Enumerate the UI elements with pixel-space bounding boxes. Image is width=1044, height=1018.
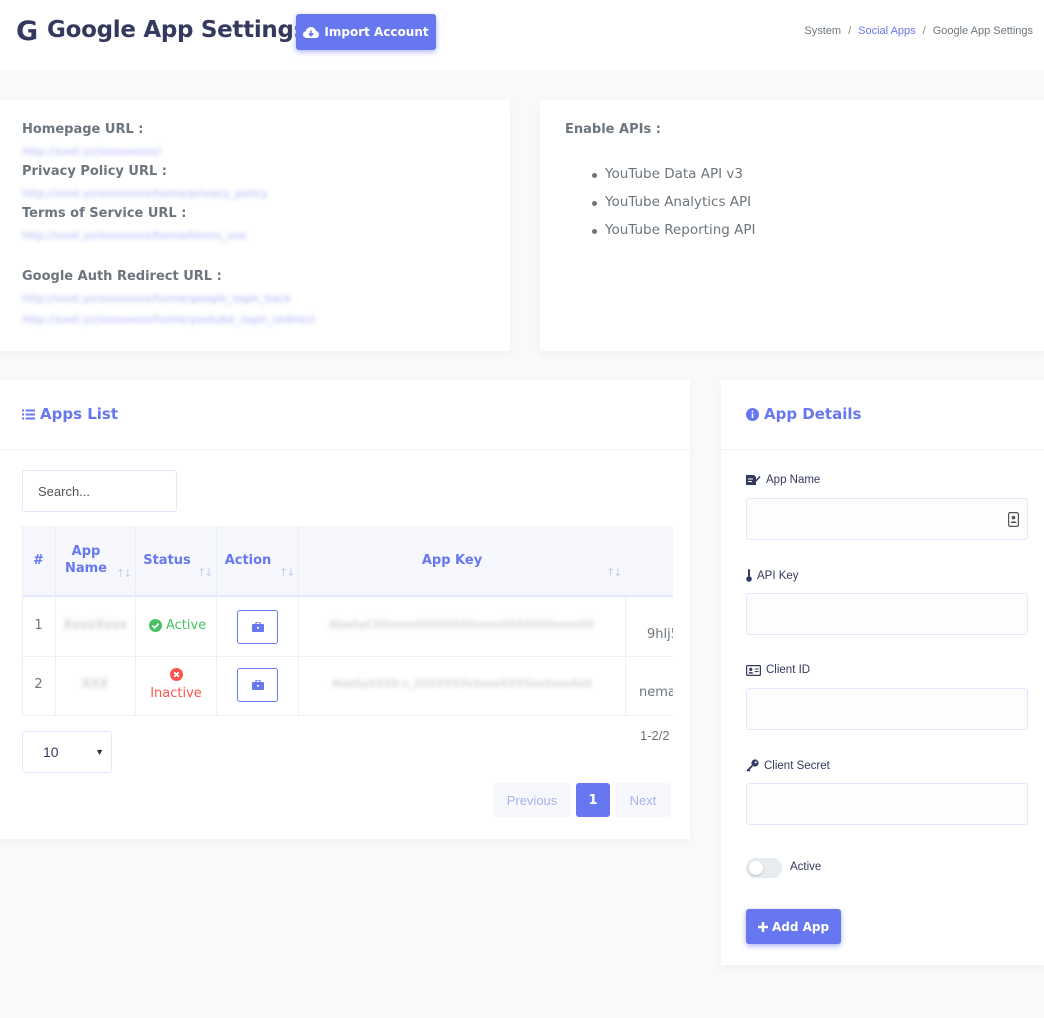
api-key-label: API Key: [746, 569, 799, 582]
client-id-input[interactable]: [746, 688, 1028, 730]
api-item: YouTube Data API v3: [592, 166, 743, 182]
privacy-url-label: Privacy Policy URL :: [22, 164, 167, 179]
terms-url-value[interactable]: http://xxxt.yz/xxxxxxxx/home/terms_use: [22, 229, 247, 242]
top-bar: G Google App Settings Import Account Sys…: [0, 0, 1044, 70]
app-key-cell: AIzaSyXXXX-x_XXXXXXXxXxxxXXXXxxXxxxXxX: [331, 677, 593, 690]
app-details-title: App Details: [746, 405, 861, 423]
cloud-download-icon: [303, 26, 320, 38]
active-toggle-label: Active: [790, 861, 822, 873]
redirect-url-label: Google Auth Redirect URL :: [22, 269, 222, 284]
homepage-url-value[interactable]: http://xxxt.yz/xxxxxxxxx/: [22, 145, 161, 158]
edit-app-button[interactable]: [237, 610, 278, 644]
status-inactive-text: Inactive: [150, 686, 202, 701]
caret-down-icon: ▼: [95, 747, 104, 757]
homepage-url-label: Homepage URL :: [22, 122, 144, 137]
api-item: YouTube Reporting API: [591, 222, 756, 238]
urls-card: Homepage URL : http://xxxt.yz/xxxxxxxxx/…: [0, 100, 510, 351]
col-header-app-key[interactable]: App Key: [392, 552, 512, 569]
status-active-badge: Active: [149, 618, 206, 633]
toggle-knob: [749, 861, 763, 875]
breadcrumb-social-apps[interactable]: Social Apps: [858, 25, 915, 37]
divider: [721, 449, 1044, 450]
enable-apis-card: Enable APIs : YouTube Data API v3 YouTub…: [540, 100, 1044, 351]
import-account-button[interactable]: Import Account: [296, 14, 436, 50]
check-circle-icon: [149, 619, 162, 632]
extra-cell: 9hlj5: [647, 627, 673, 642]
apps-table: # App Name ↑↓ Status ↑↓ Action ↑↓ App Ke…: [22, 526, 673, 716]
app-name-label: App Name: [746, 474, 820, 486]
status-text: Active: [166, 618, 207, 633]
redirect-url-value-1[interactable]: http://xxxt.yz/xxxxxxxx/home/google_logi…: [22, 292, 291, 305]
col-header-status[interactable]: Status: [136, 552, 198, 569]
pagination-previous[interactable]: Previous: [493, 783, 571, 817]
key-icon: [746, 759, 759, 772]
range-info: 1-2/2: [640, 728, 670, 743]
app-details-card: App Details App Name API Key Client ID C…: [721, 380, 1044, 965]
sort-icon[interactable]: ↑↓: [606, 566, 623, 579]
info-circle-icon: [746, 407, 759, 421]
breadcrumb: System / Social Apps / Google App Settings: [804, 25, 1033, 37]
col-header-num[interactable]: #: [22, 552, 55, 569]
col-header-app-name[interactable]: App Name: [62, 543, 110, 577]
terms-url-label: Terms of Service URL :: [22, 206, 187, 221]
redirect-url-value-2[interactable]: http://xxxt.yz/xxxxxxxx/home/youtube_log…: [22, 313, 315, 326]
active-toggle[interactable]: [746, 858, 782, 878]
app-details-title-text: App Details: [764, 405, 862, 423]
privacy-url-value[interactable]: http://xxxt.yz/xxxxxxxx/home/privacy_pol…: [22, 187, 268, 200]
page-size-value: 10: [43, 744, 59, 760]
briefcase-icon: [251, 622, 264, 632]
app-name-cell: XxxxXxxx: [63, 618, 127, 633]
page-size-select[interactable]: 10 ▼: [22, 731, 112, 773]
app-name-input[interactable]: [746, 498, 1028, 540]
x-circle-icon: [170, 668, 183, 681]
api-key-input[interactable]: [746, 593, 1028, 635]
import-account-label: Import Account: [324, 25, 429, 39]
app-key-cell: AIzaSyCXXxxxxXXXXXXXXxxxxXXXXXXXxxxxXX: [329, 618, 595, 631]
search-input[interactable]: [22, 470, 177, 512]
enable-apis-label: Enable APIs :: [565, 122, 661, 137]
divider: [0, 449, 690, 450]
apps-list-title-text: Apps List: [40, 405, 119, 423]
pagination-page-1[interactable]: 1: [576, 783, 610, 817]
contact-card-icon: [1008, 512, 1019, 527]
thermometer-icon: [746, 569, 752, 582]
google-logo-icon: G: [16, 16, 39, 47]
page-title: Google App Settings: [47, 17, 308, 43]
sort-icon[interactable]: ↑↓: [116, 567, 133, 580]
add-app-label: Add App: [771, 919, 830, 934]
api-item: YouTube Analytics API: [591, 194, 752, 210]
plus-icon: [757, 921, 768, 932]
apps-list-title: Apps List: [22, 405, 118, 423]
row-num: 1: [34, 618, 43, 633]
col-header-action[interactable]: Action: [220, 552, 276, 569]
id-card-icon: [746, 664, 761, 676]
file-signature-icon: [746, 475, 761, 485]
row-num: 2: [34, 677, 43, 692]
breadcrumb-system[interactable]: System: [804, 25, 841, 37]
client-secret-label: Client Secret: [746, 759, 830, 772]
table-header: [22, 526, 673, 597]
breadcrumb-current: Google App Settings: [932, 25, 1033, 37]
list-icon: [22, 409, 35, 419]
briefcase-icon: [251, 680, 264, 690]
client-secret-input[interactable]: [746, 783, 1028, 825]
client-id-label: Client ID: [746, 664, 810, 676]
pagination-next[interactable]: Next: [615, 783, 671, 817]
sort-icon[interactable]: ↑↓: [197, 566, 214, 579]
add-app-button[interactable]: Add App: [746, 909, 841, 944]
app-name-cell: XXX: [81, 677, 109, 692]
edit-app-button[interactable]: [237, 668, 278, 702]
extra-cell: nemac: [639, 685, 673, 700]
apps-list-card: Apps List # App Name ↑↓ Status ↑↓ Action…: [0, 380, 690, 839]
sort-icon[interactable]: ↑↓: [279, 566, 296, 579]
